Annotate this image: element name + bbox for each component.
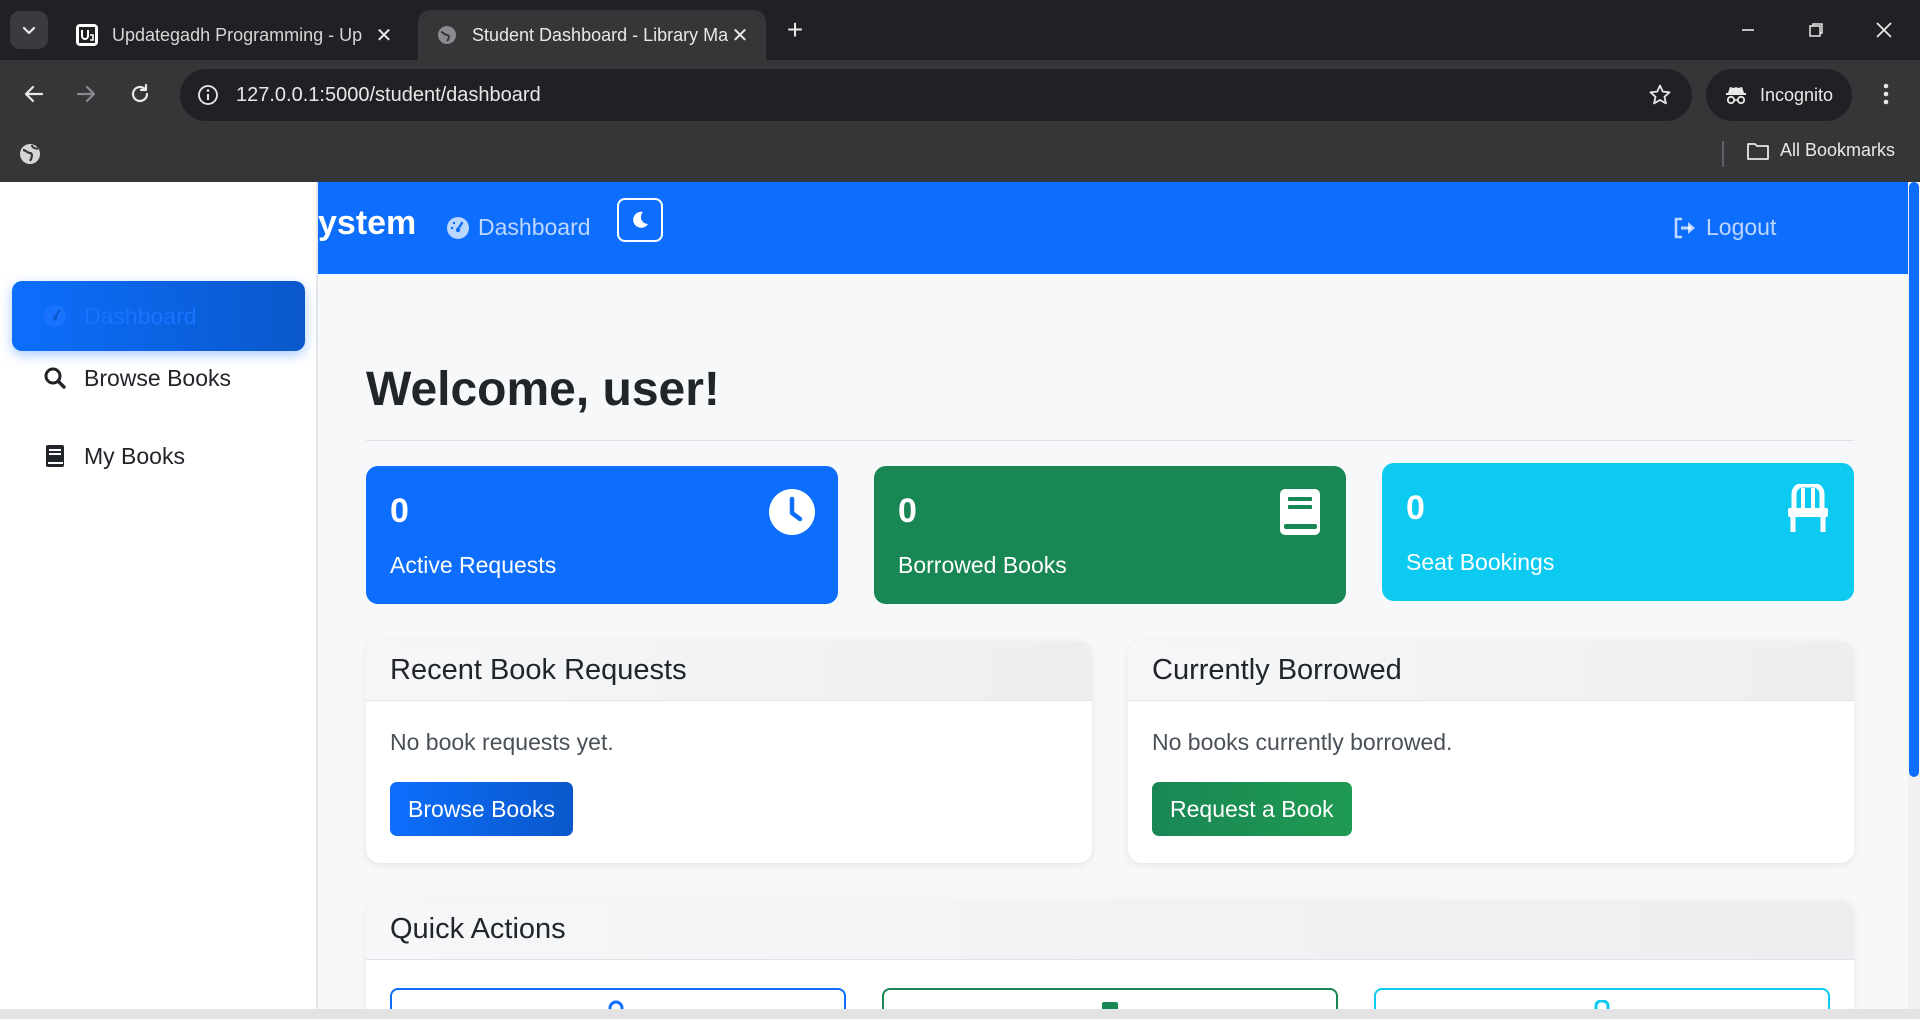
sign-out-icon [1674, 217, 1695, 238]
chair-icon [1594, 1000, 1610, 1009]
sidebar-item-browse-books[interactable]: Browse Books [12, 343, 305, 413]
card-title: Recent Book Requests [366, 641, 1092, 701]
browser-tab-updategadh[interactable]: Updategadh Programming - Up ✕ [58, 10, 410, 60]
all-bookmarks-label: All Bookmarks [1780, 140, 1896, 160]
stat-card-active-requests: 0 Active Requests [366, 466, 838, 604]
incognito-profile-button[interactable]: Incognito [1706, 69, 1852, 121]
sidebar-item-dashboard[interactable]: Dashboard [12, 281, 305, 351]
bookmarks-separator [1722, 141, 1724, 167]
nav-link-label: Logout [1706, 214, 1777, 240]
tab-close-icon[interactable]: ✕ [372, 23, 396, 47]
quick-action-book-seat-button[interactable] [1374, 988, 1830, 1009]
stat-label: Active Requests [390, 552, 557, 578]
request-book-button[interactable]: Request a Book [1152, 782, 1352, 836]
url-text: 127.0.0.1:5000/student/dashboard [236, 83, 541, 106]
all-bookmarks-button[interactable]: All Bookmarks [1746, 140, 1895, 161]
sidebar-item-label: Browse Books [84, 364, 232, 391]
sidebar: Dashboard Browse Books My Books [0, 182, 318, 1009]
folder-icon [1747, 142, 1769, 160]
nav-link-label: Dashboard [478, 214, 591, 240]
tachometer-icon [42, 303, 68, 329]
back-arrow-icon[interactable] [14, 74, 54, 114]
nav-link-logout[interactable]: Logout [1672, 214, 1776, 241]
browser-tab-student-dashboard[interactable]: Student Dashboard - Library Ma ✕ [418, 10, 766, 60]
card-title: Quick Actions [366, 900, 1854, 960]
sidebar-item-label: My Books [84, 442, 185, 469]
updategadh-favicon-icon [76, 24, 98, 46]
currently-borrowed-card: Currently Borrowed No books currently bo… [1128, 641, 1854, 863]
theme-toggle-button[interactable] [617, 198, 663, 242]
top-navbar: ystem Dashboard Logout [318, 182, 1908, 274]
sidebar-item-label: Dashboard [84, 302, 197, 329]
navbar-brand[interactable]: ystem [318, 204, 416, 243]
more-menu-icon[interactable] [1868, 74, 1904, 114]
tab-title: Student Dashboard - Library Ma [472, 24, 728, 45]
tab-title: Updategadh Programming - Up [112, 24, 363, 45]
globe-favicon-icon [436, 24, 458, 46]
sidebar-item-my-books[interactable]: My Books [12, 421, 305, 491]
stat-value: 0 [898, 492, 917, 530]
stat-value: 0 [390, 492, 409, 530]
stat-label: Seat Bookings [1406, 549, 1555, 575]
tab-close-icon[interactable]: ✕ [728, 23, 752, 47]
address-bar[interactable]: 127.0.0.1:5000/student/dashboard [180, 69, 1692, 121]
empty-message: No book requests yet. [390, 729, 614, 755]
tab-search-button[interactable] [10, 11, 48, 49]
forward-arrow-icon[interactable] [66, 74, 106, 114]
book-icon [1276, 488, 1324, 536]
card-title: Currently Borrowed [1128, 641, 1854, 701]
page-title: Welcome, user! [366, 363, 720, 416]
browser-toolbar: 127.0.0.1:5000/student/dashboard Incogni… [0, 60, 1920, 128]
recent-requests-card: Recent Book Requests No book requests ye… [366, 641, 1092, 863]
book-icon [42, 443, 68, 469]
globe-icon[interactable] [18, 142, 44, 168]
quick-action-my-books-button[interactable] [882, 988, 1338, 1009]
empty-message: No books currently borrowed. [1152, 729, 1453, 755]
moon-icon [633, 211, 648, 228]
browser-tabstrip: Updategadh Programming - Up ✕ Student Da… [0, 0, 1920, 60]
incognito-icon [1726, 87, 1746, 105]
scrollbar-thumb[interactable] [1909, 182, 1919, 777]
search-icon [608, 1000, 624, 1009]
site-info-icon[interactable] [194, 81, 222, 109]
bookmarks-bar: All Bookmarks [0, 128, 1920, 182]
stat-card-seat-bookings: 0 Seat Bookings [1382, 463, 1854, 601]
restore-icon[interactable] [1796, 10, 1836, 50]
stat-card-borrowed-books: 0 Borrowed Books [874, 466, 1346, 604]
reload-icon[interactable] [120, 74, 160, 114]
book-icon [1102, 1002, 1118, 1009]
window-bottom-edge [0, 1009, 1920, 1019]
tachometer-icon [447, 216, 469, 239]
incognito-label: Incognito [1760, 84, 1834, 105]
new-tab-plus-icon[interactable]: + [780, 14, 810, 45]
page-viewport: Dashboard Browse Books My Books ystem Da… [0, 182, 1920, 1009]
divider [366, 440, 1854, 441]
stat-label: Borrowed Books [898, 552, 1067, 578]
browse-books-button[interactable]: Browse Books [390, 782, 574, 836]
nav-link-dashboard[interactable]: Dashboard [446, 214, 591, 241]
quick-action-browse-books-button[interactable] [390, 988, 846, 1009]
bookmark-star-icon[interactable] [1646, 81, 1674, 109]
chair-icon [1784, 484, 1832, 533]
chevron-down-icon [22, 26, 36, 35]
search-icon [42, 365, 68, 391]
stat-value: 0 [1406, 489, 1425, 527]
close-window-icon[interactable] [1864, 10, 1904, 50]
clock-icon [768, 488, 816, 536]
minimize-icon[interactable] [1728, 10, 1768, 50]
